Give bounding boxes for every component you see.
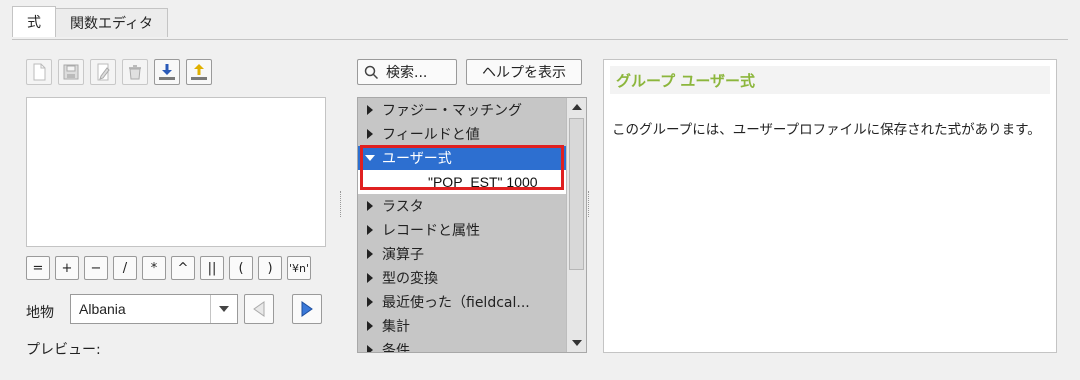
tab-divider	[12, 39, 1068, 40]
tree-item-conversions[interactable]: 型の変換	[358, 266, 567, 290]
tree-item-label: 最近使った（fieldcal...	[382, 295, 530, 311]
scrollbar-thumb[interactable]	[569, 118, 584, 270]
delete-button[interactable]	[122, 59, 148, 85]
operator-equals-button[interactable]: =	[26, 256, 50, 280]
expand-arrow-icon[interactable]	[358, 321, 382, 331]
tab-expression[interactable]: 式	[12, 6, 56, 37]
tree-item-conditionals[interactable]: 条件	[358, 338, 567, 353]
help-body: このグループには、ユーザープロファイルに保存された式があります。	[612, 122, 1041, 138]
tab-expression-label: 式	[27, 15, 41, 31]
operator-open-paren-button[interactable]: (	[229, 256, 253, 280]
next-feature-button[interactable]	[292, 294, 322, 324]
search-placeholder: 検索...	[386, 65, 428, 81]
tree-item-label: 演算子	[382, 247, 424, 263]
feature-select[interactable]: Albania	[70, 294, 238, 324]
search-icon	[364, 65, 378, 79]
tree-item-recent[interactable]: 最近使った（fieldcal...	[358, 290, 567, 314]
tree-item-operators[interactable]: 演算子	[358, 242, 567, 266]
expand-arrow-icon[interactable]	[358, 249, 382, 259]
edit-icon	[97, 63, 110, 81]
tree-item-aggregates[interactable]: 集計	[358, 314, 567, 338]
tree-item-label: 条件	[382, 343, 410, 353]
edit-button[interactable]	[90, 59, 116, 85]
import-icon	[159, 64, 175, 80]
tree-scrollbar[interactable]	[566, 98, 586, 352]
triangle-left-icon	[253, 301, 265, 317]
collapse-arrow-icon[interactable]	[358, 155, 382, 161]
expression-editor[interactable]	[26, 97, 326, 247]
tab-function-editor-label: 関数エディタ	[70, 16, 154, 32]
scroll-down-icon[interactable]	[567, 334, 586, 352]
operator-multiply-button[interactable]: *	[142, 256, 166, 280]
search-input[interactable]: 検索...	[357, 59, 457, 85]
tree-item-label: ユーザー式	[382, 151, 452, 167]
expand-arrow-icon[interactable]	[358, 273, 382, 283]
feature-select-value: Albania	[79, 301, 126, 317]
scroll-up-icon[interactable]	[567, 98, 586, 116]
feature-label: 地物	[26, 305, 54, 321]
tab-bar: 式 関数エディタ	[12, 6, 169, 38]
function-tree[interactable]: ファジー・マッチング フィールドと値 ユーザー式 "POP_EST" 1000 …	[357, 97, 587, 353]
expand-arrow-icon[interactable]	[358, 129, 382, 139]
trash-icon	[129, 65, 141, 80]
new-file-icon	[33, 63, 46, 81]
expand-arrow-icon[interactable]	[358, 345, 382, 352]
tree-item-fuzzy-matching[interactable]: ファジー・マッチング	[358, 98, 567, 122]
operator-newline-button[interactable]: '¥n'	[287, 256, 311, 280]
save-icon	[63, 64, 79, 80]
tree-item-record-and-attributes[interactable]: レコードと属性	[358, 218, 567, 242]
expand-arrow-icon[interactable]	[358, 225, 382, 235]
operator-plus-button[interactable]: +	[55, 256, 79, 280]
tree-item-label: レコードと属性	[382, 223, 480, 239]
operator-divide-button[interactable]: /	[113, 256, 137, 280]
export-icon	[191, 64, 207, 80]
operator-power-button[interactable]: ^	[171, 256, 195, 280]
tree-item-user-expressions[interactable]: ユーザー式	[358, 146, 567, 170]
expand-arrow-icon[interactable]	[358, 201, 382, 211]
import-button[interactable]	[154, 59, 180, 85]
tab-function-editor[interactable]: 関数エディタ	[55, 8, 169, 37]
expression-toolbar	[26, 59, 212, 85]
operator-minus-button[interactable]: −	[84, 256, 108, 280]
help-panel: グループ ユーザー式 このグループには、ユーザープロファイルに保存された式があり…	[603, 59, 1057, 353]
preview-label: プレビュー:	[26, 342, 101, 358]
tree-item-label: ファジー・マッチング	[382, 103, 522, 119]
tree-item-label: 集計	[382, 319, 410, 335]
help-title: グループ ユーザー式	[610, 66, 1050, 94]
tree-item-label: ラスタ	[382, 199, 424, 215]
chevron-down-icon[interactable]	[210, 295, 237, 323]
tree-item-label: フィールドと値	[382, 127, 480, 143]
expand-arrow-icon[interactable]	[358, 105, 382, 115]
right-splitter-handle[interactable]	[588, 191, 592, 217]
left-splitter-handle[interactable]	[340, 191, 344, 217]
tree-item-pop-est-expression[interactable]: "POP_EST" 1000	[358, 170, 567, 194]
tree-item-fields-and-values[interactable]: フィールドと値	[358, 122, 567, 146]
operator-bar: = + − / * ^ || ( ) '¥n'	[26, 256, 311, 280]
function-tree-list: ファジー・マッチング フィールドと値 ユーザー式 "POP_EST" 1000 …	[358, 98, 567, 352]
save-button[interactable]	[58, 59, 84, 85]
tree-item-raster[interactable]: ラスタ	[358, 194, 567, 218]
show-help-label: ヘルプを表示	[482, 65, 566, 81]
operator-concat-button[interactable]: ||	[200, 256, 224, 280]
export-button[interactable]	[186, 59, 212, 85]
triangle-right-icon	[301, 301, 313, 317]
expand-arrow-icon[interactable]	[358, 297, 382, 307]
show-help-button[interactable]: ヘルプを表示	[466, 59, 582, 85]
tree-item-label: 型の変換	[382, 271, 438, 287]
operator-close-paren-button[interactable]: )	[258, 256, 282, 280]
previous-feature-button[interactable]	[244, 294, 274, 324]
new-file-button[interactable]	[26, 59, 52, 85]
